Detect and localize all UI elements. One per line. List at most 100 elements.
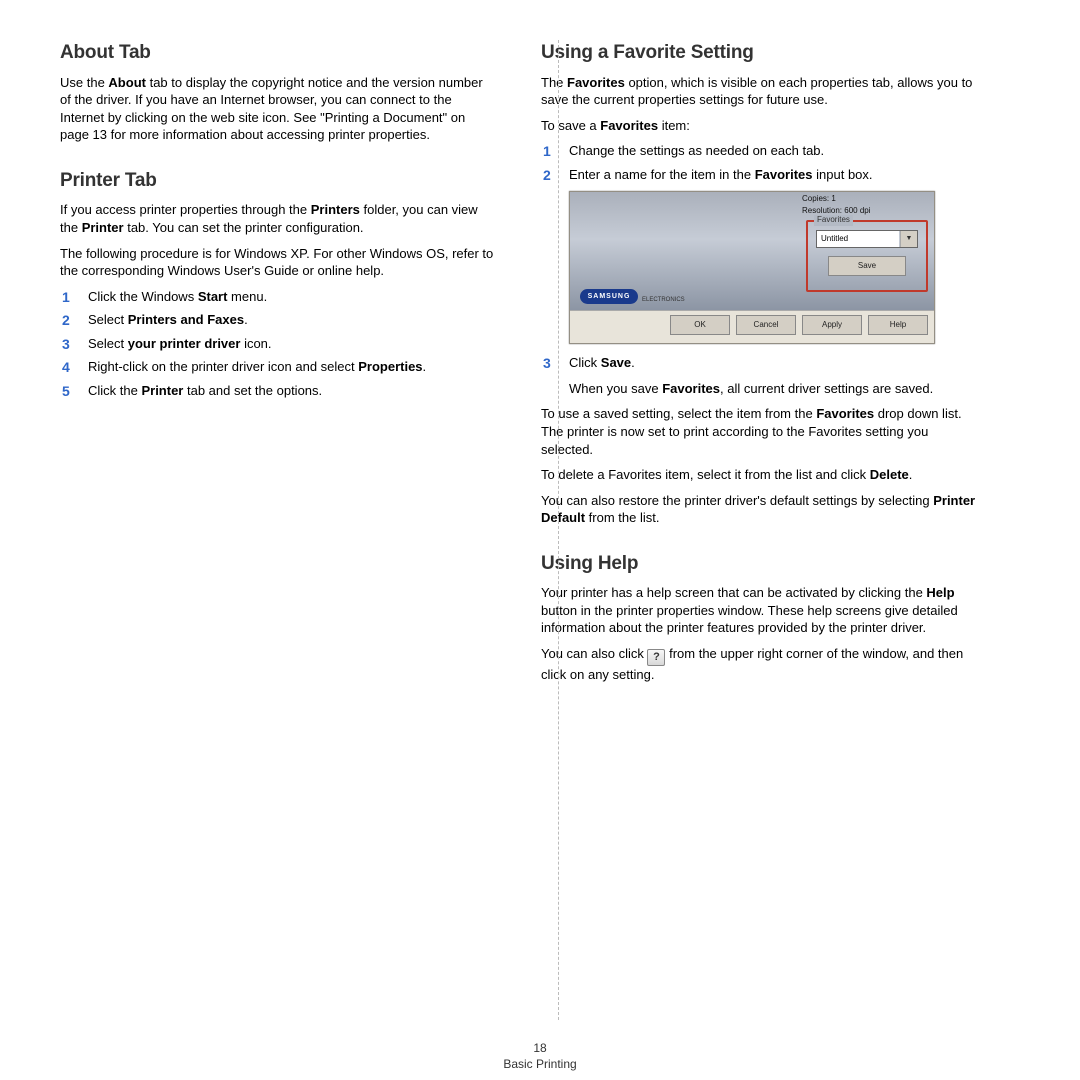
- ok-button[interactable]: OK: [670, 315, 730, 335]
- text: If you access printer properties through…: [60, 202, 311, 217]
- text: tab. You can set the printer configurati…: [124, 220, 364, 235]
- help-button[interactable]: Help: [868, 315, 928, 335]
- text: icon.: [240, 336, 271, 351]
- text: Your printer has a help screen that can …: [541, 585, 926, 600]
- about-tab-body: Use the About tab to display the copyrig…: [60, 74, 495, 144]
- list-item: 1 Click the Windows Start menu.: [60, 288, 495, 306]
- bold-text: Start: [198, 289, 228, 304]
- list-item: 2Select Printers and Faxes.: [60, 311, 495, 329]
- text: To delete a Favorites item, select it fr…: [541, 467, 870, 482]
- text: button in the printer properties window.…: [541, 603, 958, 636]
- list-item: 5 Click the Printer tab and set the optio…: [60, 382, 495, 400]
- favorites-group-highlight: Favorites Untitled ▼ Save: [806, 220, 928, 292]
- text: Click the: [88, 383, 141, 398]
- text: Select: [88, 336, 128, 351]
- section-name: Basic Printing: [0, 1056, 1080, 1072]
- text: Click the Windows: [88, 289, 198, 304]
- favorite-body-4: To delete a Favorites item, select it fr…: [541, 466, 976, 484]
- text: You can also click: [541, 646, 647, 661]
- bold-text: About: [108, 75, 146, 90]
- bold-text: Favorites: [816, 406, 874, 421]
- bold-text: Properties: [358, 359, 422, 374]
- list-item: 2 Enter a name for the item in the Favori…: [541, 166, 976, 184]
- left-column: About Tab Use the About tab to display t…: [60, 40, 495, 1060]
- samsung-logo: SAMSUNG ELECTRONICS: [580, 285, 685, 304]
- printer-tab-body-2: The following procedure is for Windows X…: [60, 245, 495, 280]
- save-button[interactable]: Save: [828, 256, 906, 276]
- copies-label: Copies: 1: [802, 194, 836, 205]
- question-icon[interactable]: ?: [647, 649, 665, 666]
- step-number: 2: [62, 311, 70, 330]
- properties-dialog-figure: Copies: 1 Resolution: 600 dpi Favorites …: [569, 191, 935, 344]
- apply-button[interactable]: Apply: [802, 315, 862, 335]
- heading-favorite-setting: Using a Favorite Setting: [541, 40, 976, 66]
- text: Change the settings as needed on each ta…: [569, 143, 824, 158]
- favorite-steps-1: 1 Change the settings as needed on each t…: [541, 142, 976, 183]
- text: To save a: [541, 118, 600, 133]
- text: Click: [569, 355, 601, 370]
- text: from the list.: [585, 510, 659, 525]
- favorites-legend: Favorites: [814, 215, 853, 226]
- heading-printer-tab: Printer Tab: [60, 168, 495, 194]
- text: input box.: [813, 167, 873, 182]
- text: When you save: [569, 381, 662, 396]
- cancel-button[interactable]: Cancel: [736, 315, 796, 335]
- logo-text: SAMSUNG: [580, 289, 638, 304]
- text: .: [423, 359, 427, 374]
- page-footer: 18 Basic Printing: [0, 1040, 1080, 1072]
- text: tab and set the options.: [183, 383, 322, 398]
- step-number: 2: [543, 166, 551, 185]
- help-body-2: You can also click ? from the upper righ…: [541, 645, 976, 684]
- bold-text: Printers and Faxes: [128, 312, 244, 327]
- favorite-body-5: You can also restore the printer driver'…: [541, 492, 976, 527]
- list-item: 3 Select your printer driver icon.: [60, 335, 495, 353]
- list-item: 1 Change the settings as needed on each t…: [541, 142, 976, 160]
- heading-using-help: Using Help: [541, 551, 976, 577]
- favorite-body-1: The Favorites option, which is visible o…: [541, 74, 976, 109]
- text: menu.: [227, 289, 267, 304]
- step3-sub: When you save Favorites, all current dri…: [541, 380, 976, 398]
- page-number: 18: [0, 1040, 1080, 1056]
- text: , all current driver settings are saved.: [720, 381, 933, 396]
- favorites-dropdown-value: Untitled: [817, 231, 899, 247]
- bold-text: Printer: [82, 220, 124, 235]
- bold-text: Delete: [870, 467, 909, 482]
- column-divider: [558, 40, 559, 1020]
- step-number: 3: [62, 335, 70, 354]
- bold-text: Favorites: [662, 381, 720, 396]
- text: item:: [658, 118, 690, 133]
- step-number: 3: [543, 354, 551, 373]
- favorite-body-2: To save a Favorites item:: [541, 117, 976, 135]
- dialog-button-row: OK Cancel Apply Help: [570, 311, 934, 343]
- bold-text: Save: [601, 355, 631, 370]
- text: .: [909, 467, 913, 482]
- step-number: 5: [62, 382, 70, 401]
- bold-text: Printer: [141, 383, 183, 398]
- text: .: [631, 355, 635, 370]
- text: Use the: [60, 75, 108, 90]
- bold-text: Favorites: [600, 118, 658, 133]
- step-number: 1: [543, 142, 551, 161]
- chevron-down-icon[interactable]: ▼: [900, 231, 917, 247]
- favorite-steps-2: 3 Click Save.: [541, 354, 976, 372]
- logo-subtext: ELECTRONICS: [642, 297, 685, 303]
- bold-text: Help: [926, 585, 954, 600]
- text: You can also restore the printer driver'…: [541, 493, 933, 508]
- bold-text: your printer driver: [128, 336, 241, 351]
- printer-tab-steps: 1 Click the Windows Start menu. 2 Select P…: [60, 288, 495, 400]
- text: Select: [88, 312, 128, 327]
- text: Right-click on the printer driver icon a…: [88, 359, 358, 374]
- help-body-1: Your printer has a help screen that can …: [541, 584, 976, 637]
- list-item: 3 Click Save.: [541, 354, 976, 372]
- dialog-body: Copies: 1 Resolution: 600 dpi Favorites …: [570, 192, 934, 311]
- favorite-body-3: To use a saved setting, select the item …: [541, 405, 976, 458]
- heading-about-tab: About Tab: [60, 40, 495, 66]
- bold-text: Favorites: [755, 167, 813, 182]
- text: Enter a name for the item in the: [569, 167, 755, 182]
- favorites-dropdown[interactable]: Untitled ▼: [816, 230, 918, 248]
- step-number: 4: [62, 358, 70, 377]
- step-number: 1: [62, 288, 70, 307]
- text: The: [541, 75, 567, 90]
- printer-tab-body-1: If you access printer properties through…: [60, 201, 495, 236]
- list-item: 4 Right-click on the printer driver icon …: [60, 358, 495, 376]
